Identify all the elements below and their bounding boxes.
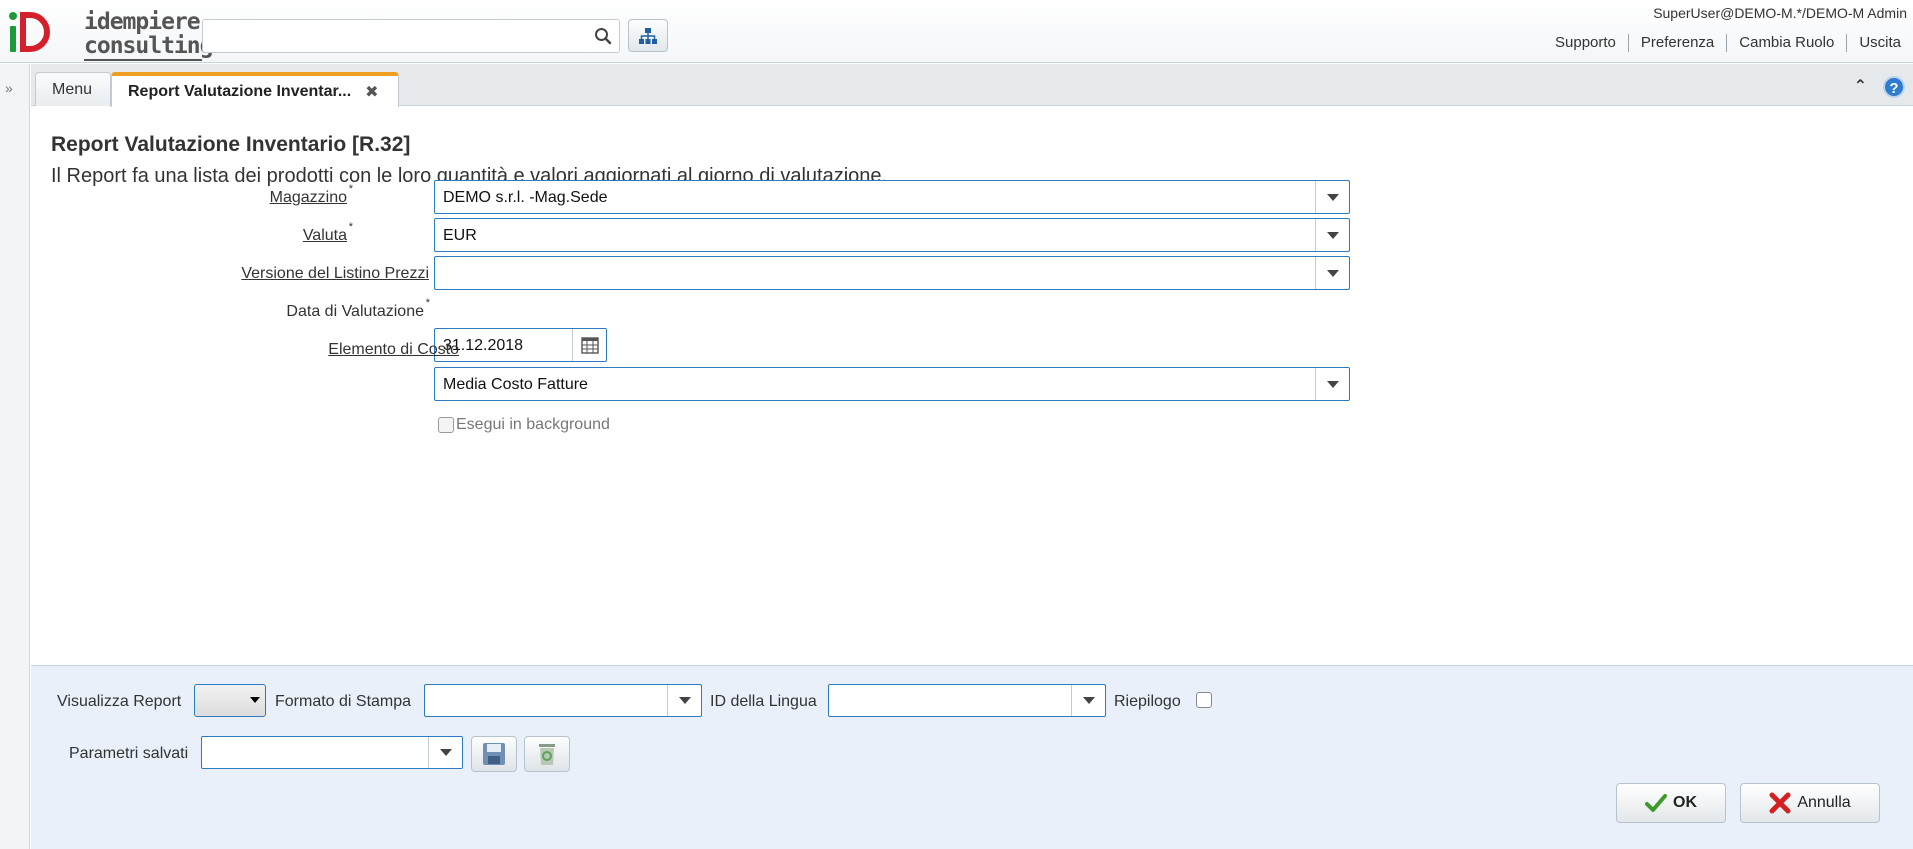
versione-listino-dropdown-button[interactable] — [1315, 257, 1349, 289]
valuta-label[interactable]: Valuta * — [237, 221, 353, 245]
background-checkbox-row[interactable]: Esegui in background — [438, 416, 610, 434]
id-lingua-dropdown-button[interactable] — [1071, 685, 1105, 716]
annulla-button[interactable]: Annulla — [1740, 783, 1880, 823]
search-icon — [594, 28, 611, 45]
global-search-input[interactable] — [203, 20, 587, 52]
tab-menu[interactable]: Menu — [35, 72, 111, 106]
west-panel-collapsed: » — [0, 64, 30, 849]
riepilogo-label: Riepilogo — [1114, 693, 1181, 710]
help-icon[interactable]: ? — [1883, 76, 1905, 98]
logo-underline — [84, 59, 202, 61]
visualizza-report-label: Visualizza Report — [57, 693, 182, 710]
logo-text: idempiere consulting — [84, 9, 213, 59]
sitemap-button[interactable] — [628, 19, 668, 52]
parametri-salvati-select[interactable] — [201, 736, 463, 769]
company-logo[interactable]: idempiere consulting — [8, 8, 213, 61]
save-icon — [483, 743, 505, 765]
checkmark-icon — [1645, 794, 1667, 812]
global-search-box — [202, 19, 588, 53]
valuta-value: EUR — [443, 227, 477, 244]
elemento-costo-label[interactable]: Elemento di Costo — [201, 341, 459, 359]
chevron-down-icon — [678, 697, 691, 704]
formato-stampa-select[interactable] — [424, 684, 702, 717]
tab-active-label: Report Valutazione Inventar... — [128, 82, 352, 100]
formato-stampa-label: Formato di Stampa — [275, 693, 412, 710]
tab-menu-label: Menu — [52, 80, 93, 98]
magazzino-field[interactable]: DEMO s.r.l. -Mag.Sede — [434, 180, 1350, 214]
link-preferenza[interactable]: Preferenza — [1627, 34, 1726, 52]
valuta-dropdown-button[interactable] — [1315, 219, 1349, 251]
data-valutazione-label: Data di Valutazione * — [286, 297, 430, 320]
close-tab-icon[interactable]: ✖ — [365, 82, 378, 102]
header-links: Supporto Preferenza Cambia Ruolo Uscita — [1543, 34, 1913, 52]
riepilogo-checkbox[interactable] — [1196, 692, 1212, 708]
report-options-panel: Visualizza Report Formato di Stampa ID d… — [31, 665, 1913, 849]
background-checkbox-label: Esegui in background — [456, 416, 610, 433]
ok-button-label: OK — [1673, 794, 1697, 811]
link-cambia-ruolo[interactable]: Cambia Ruolo — [1726, 34, 1846, 52]
valuta-field[interactable]: EUR — [434, 218, 1350, 252]
visualizza-report-select[interactable] — [194, 684, 266, 717]
elemento-costo-value: Media Costo Fatture — [443, 376, 588, 393]
expand-panel-icon[interactable]: » — [5, 80, 13, 96]
chevron-down-icon — [1326, 231, 1339, 239]
save-parameters-button[interactable] — [471, 736, 517, 772]
data-valutazione-field[interactable]: 31.12.2018 — [434, 328, 607, 362]
logo-d-mark — [20, 12, 50, 52]
versione-listino-field[interactable] — [434, 256, 1350, 290]
collapse-header-icon[interactable]: ⌃ — [1854, 76, 1867, 96]
user-role-info: SuperUser@DEMO-M.*/DEMO-M Admin — [1653, 5, 1907, 21]
chevron-down-icon — [1082, 697, 1095, 704]
annulla-button-label: Annulla — [1797, 794, 1851, 811]
ok-button[interactable]: OK — [1616, 783, 1726, 823]
formato-stampa-dropdown-button[interactable] — [667, 685, 701, 716]
calendar-icon — [580, 337, 599, 354]
sitemap-icon — [639, 27, 657, 44]
id-lingua-label: ID della Lingua — [710, 693, 817, 710]
chevron-down-icon — [1326, 193, 1339, 201]
recycle-bin-icon — [539, 744, 555, 765]
delete-parameters-button[interactable] — [524, 736, 570, 772]
tab-report-valutazione[interactable]: Report Valutazione Inventar... ✖ — [111, 72, 399, 107]
chevron-down-icon — [250, 697, 260, 703]
magazzino-value: DEMO s.r.l. -Mag.Sede — [443, 189, 608, 206]
page-title: Report Valutazione Inventario [R.32] — [51, 133, 411, 156]
background-checkbox[interactable] — [438, 417, 454, 433]
id-lingua-select[interactable] — [828, 684, 1106, 717]
magazzino-dropdown-button[interactable] — [1315, 181, 1349, 213]
link-uscita[interactable]: Uscita — [1846, 34, 1913, 52]
chevron-down-icon — [1326, 380, 1339, 388]
elemento-costo-field[interactable]: Media Costo Fatture — [434, 367, 1350, 401]
parametri-salvati-label: Parametri salvati — [69, 745, 189, 762]
search-button[interactable] — [586, 19, 620, 53]
calendar-button[interactable] — [572, 329, 606, 361]
window-tabbar: Menu Report Valutazione Inventar... ✖ ⌃ … — [31, 64, 1913, 107]
versione-listino-label[interactable]: Versione del Listino Prezzi — [151, 265, 429, 283]
cancel-x-icon — [1769, 792, 1791, 814]
chevron-down-icon — [439, 749, 452, 756]
logo-i-mark — [8, 8, 18, 56]
elemento-costo-dropdown-button[interactable] — [1315, 368, 1349, 400]
chevron-down-icon — [1326, 269, 1339, 277]
process-dialog: Report Valutazione Inventario [R.32] Il … — [31, 107, 1913, 665]
link-supporto[interactable]: Supporto — [1543, 34, 1628, 52]
parametri-salvati-dropdown-button[interactable] — [428, 737, 462, 768]
magazzino-label[interactable]: Magazzino * — [237, 183, 353, 207]
app-header: idempiere consulting SuperUser@DEMO-M.*/… — [0, 0, 1913, 63]
